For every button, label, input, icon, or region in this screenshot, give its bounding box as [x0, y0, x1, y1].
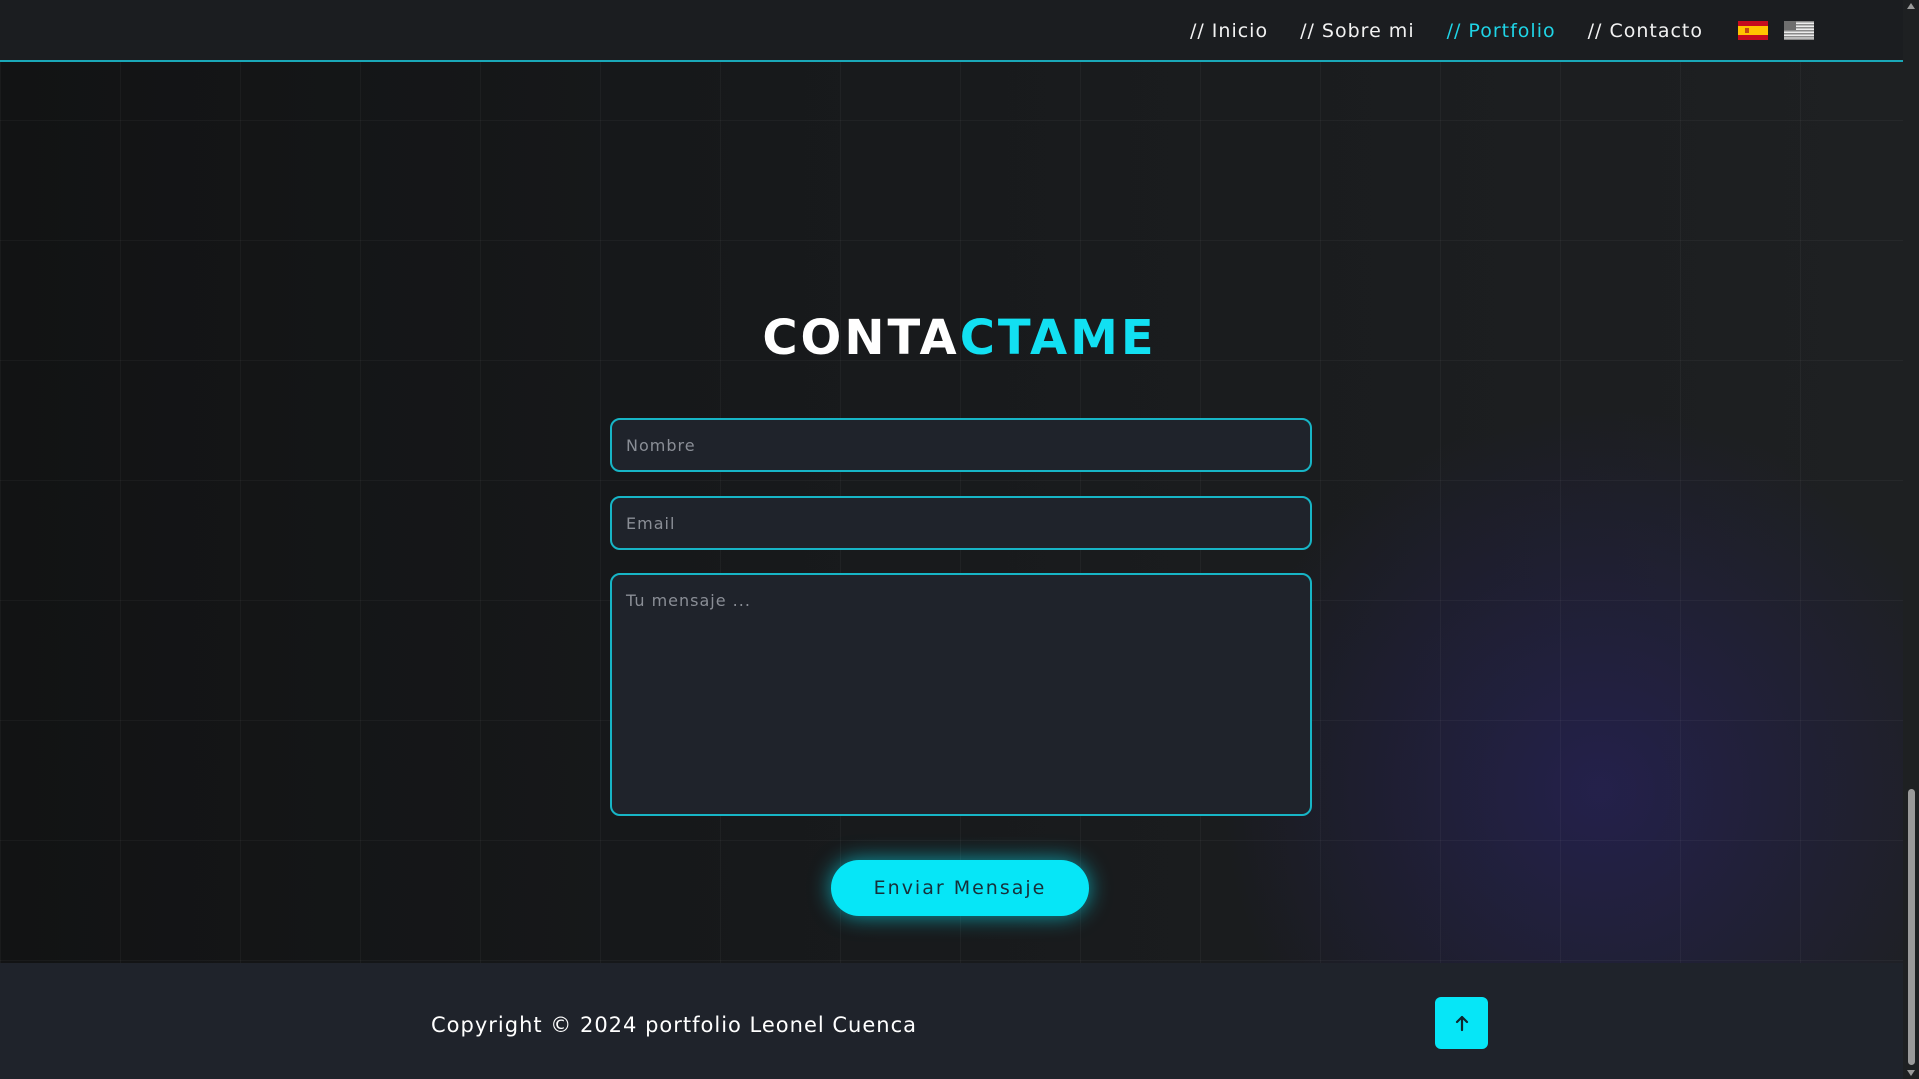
nav-links: // Inicio // Sobre mi // Portfolio // Co… [1190, 0, 1703, 62]
page: // Inicio // Sobre mi // Portfolio // Co… [0, 0, 1903, 1079]
usa-flag-icon[interactable] [1784, 21, 1814, 40]
language-switcher [1738, 21, 1814, 40]
navbar: // Inicio // Sobre mi // Portfolio // Co… [0, 0, 1903, 62]
scroll-down-icon[interactable] [1907, 1070, 1915, 1076]
email-input[interactable] [610, 496, 1312, 550]
name-input[interactable] [610, 418, 1312, 472]
copyright-text: Copyright © 2024 portfolio Leonel Cuenca [431, 1013, 918, 1037]
message-textarea[interactable] [610, 573, 1312, 816]
background-grid [0, 0, 1903, 963]
send-message-button[interactable]: Enviar Mensaje [831, 860, 1089, 916]
back-to-top-button[interactable] [1435, 997, 1488, 1049]
page-scrollbar[interactable] [1903, 0, 1919, 1079]
footer: Copyright © 2024 portfolio Leonel Cuenca [0, 963, 1903, 1079]
nav-link-inicio[interactable]: // Inicio [1190, 20, 1268, 42]
arrow-up-icon [1455, 1015, 1468, 1032]
contact-title-white: CONTA [762, 310, 960, 366]
contact-title: CONTACTAME [0, 310, 1903, 366]
contact-title-accent: CTAME [959, 310, 1157, 366]
nav-link-contacto[interactable]: // Contacto [1588, 20, 1703, 42]
scroll-thumb[interactable] [1908, 789, 1915, 1065]
nav-link-portfolio[interactable]: // Portfolio [1447, 20, 1556, 42]
scroll-up-icon[interactable] [1907, 3, 1915, 9]
spain-flag-icon[interactable] [1738, 21, 1768, 40]
nav-link-sobre-mi[interactable]: // Sobre mi [1300, 20, 1415, 42]
